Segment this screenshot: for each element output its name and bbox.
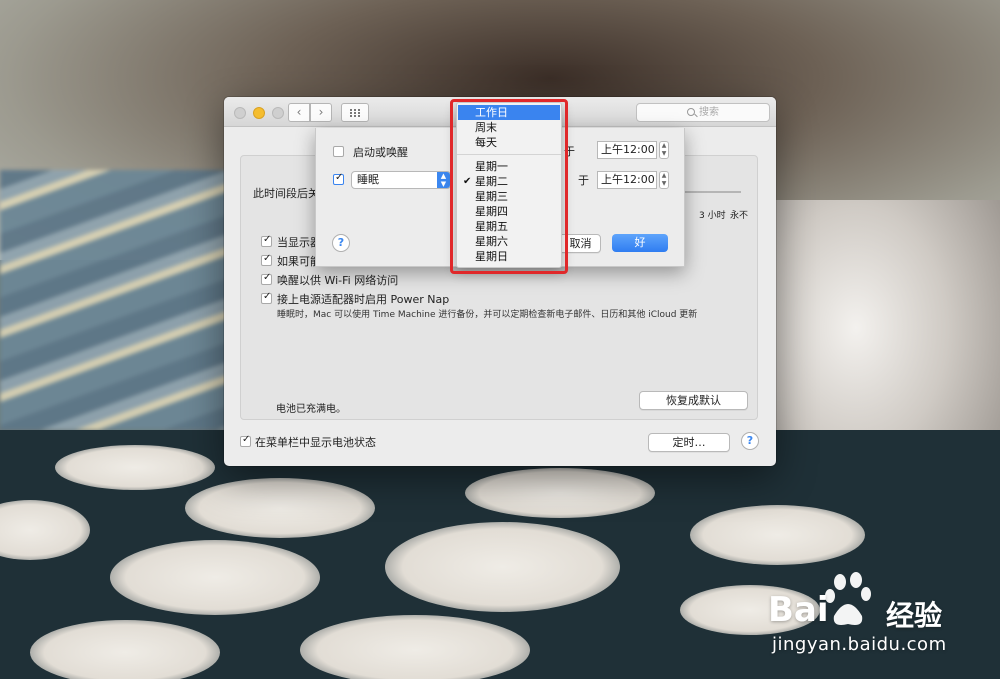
at-label-2: 于 [578,174,589,187]
blanket-dot [30,620,220,679]
minimize-window-button[interactable] [253,107,265,119]
sleep-action-value: 睡眠 [357,173,379,186]
start-or-wake-label: 启动或唤醒 [353,146,408,159]
turn-off-label: 此时间段后关 [253,187,319,200]
show-battery-checkbox[interactable] [240,434,251,447]
option-checkbox-display[interactable] [261,234,272,247]
chevron-right-icon: › [318,105,324,119]
help-button[interactable]: ? [741,432,759,450]
search-field[interactable]: 搜索 [636,103,770,122]
power-nap-description: 睡眠时，Mac 可以使用 Time Machine 进行备份，并可以定期检查新电… [277,310,698,320]
blanket-dot [465,468,655,518]
search-icon [687,108,695,116]
blanket-dot [300,615,530,679]
wake-time-stepper[interactable]: ▲ ▼ [659,141,669,159]
option-checkbox-wifi-wake[interactable] [261,272,272,285]
close-window-button[interactable] [234,107,246,119]
sheet-help-button[interactable]: ? [332,234,350,252]
sleep-time-stepper[interactable]: ▲ ▼ [659,171,669,189]
watermark-brand-suffix: 经验 [886,599,943,632]
option-checkbox-power-nap[interactable] [261,291,272,304]
show-all-button[interactable] [341,103,369,122]
slider-label-never: 永不 [730,211,749,221]
watermark-brand: Bai [768,590,829,630]
show-battery-label: 在菜单栏中显示电池状态 [255,436,376,449]
sleep-checkbox[interactable] [333,172,344,185]
slider-label-3h: 3 小时 [699,211,726,221]
blanket-dot [185,478,375,538]
wake-time-field[interactable]: 上午12:00 [597,141,657,159]
blanket-dot [385,522,620,612]
blanket-dot [690,505,865,565]
blanket-dot [110,540,320,615]
watermark-url: jingyan.baidu.com [772,634,947,655]
start-or-wake-checkbox[interactable] [333,146,344,157]
back-button[interactable]: ‹ [288,103,310,122]
option-label-wifi-wake: 唤醒以供 Wi-Fi 网络访问 [277,274,399,287]
chevron-left-icon: ‹ [296,105,302,119]
schedule-button[interactable]: 定时… [648,433,730,452]
ok-button[interactable]: 好 [612,234,668,252]
option-checkbox-if-possible[interactable] [261,253,272,266]
search-placeholder: 搜索 [699,107,719,118]
sleep-action-popup[interactable]: 睡眠 ▲ ▼ [351,171,451,189]
battery-status: 电池已充满电。 [276,404,346,415]
baidu-watermark: Bai 经验 jingyan.baidu.com [768,572,988,662]
chevron-updown-icon: ▲ ▼ [437,172,450,188]
forward-button[interactable]: › [310,103,332,122]
red-highlight-annotation [450,99,568,274]
restore-defaults-button[interactable]: 恢复成默认 [639,391,748,410]
zoom-window-button[interactable] [272,107,284,119]
option-label-power-nap: 接上电源适配器时启用 Power Nap [277,293,450,306]
sleep-time-field[interactable]: 上午12:00 [597,171,657,189]
blanket-dot [55,445,215,490]
